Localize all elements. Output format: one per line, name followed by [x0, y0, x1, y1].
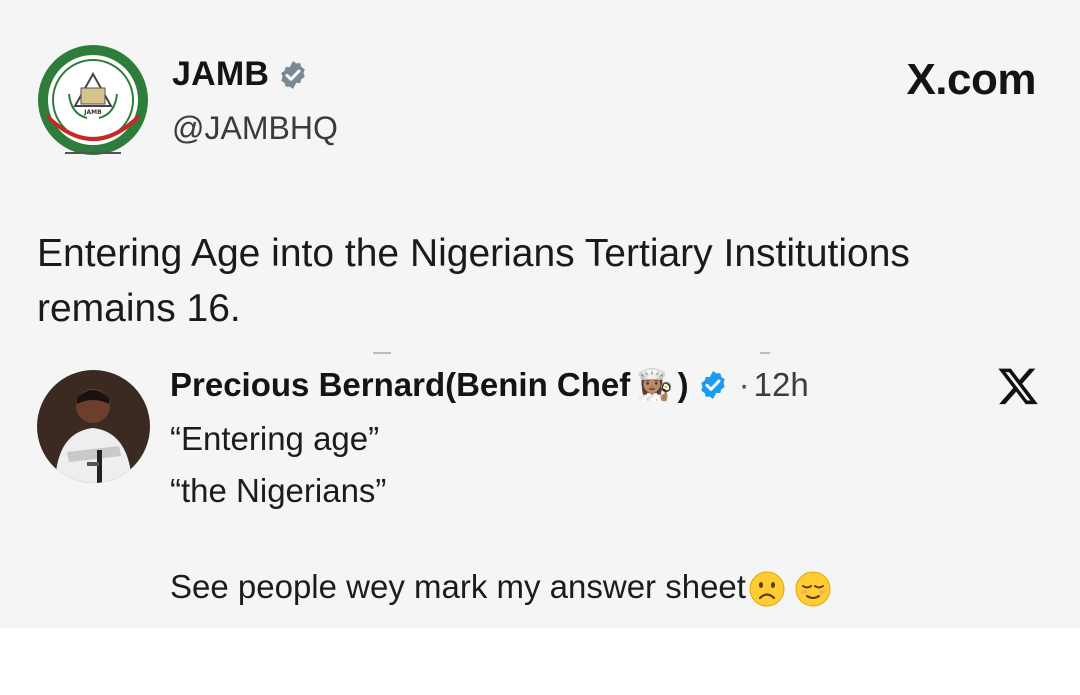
reply-line-2: “the Nigerians”	[170, 472, 387, 509]
author-row: JAMB	[172, 55, 309, 94]
relieved-face-emoji-icon	[795, 571, 831, 607]
svg-text:JAMB: JAMB	[83, 109, 102, 116]
separator-dot: ·	[738, 366, 750, 403]
x-logo-icon[interactable]	[996, 364, 1040, 408]
verified-badge-icon	[700, 371, 725, 399]
tweet-text: Entering Age into the Nigerians Tertiary…	[37, 232, 910, 330]
divider	[373, 352, 391, 354]
reply-author-name[interactable]: Precious Bernard(Benin Chef	[170, 366, 630, 404]
author-name[interactable]: JAMB	[172, 55, 269, 94]
reply-line-3-row: See people wey mark my answer sheet	[170, 568, 832, 608]
reply-avatar[interactable]	[37, 370, 150, 483]
reply-header: Precious Bernard(Benin Chef 👩🏽‍🍳 ) · 12h	[170, 366, 809, 404]
divider	[760, 352, 770, 354]
jamb-avatar[interactable]: JAMB	[37, 44, 149, 156]
bottom-area	[0, 628, 1080, 695]
jamb-logo-icon: JAMB	[38, 45, 148, 155]
frowning-face-emoji-icon	[749, 571, 785, 607]
tweet-card: JAMB JAMB @JAMBHQ X.com Entering Age int…	[0, 0, 1080, 628]
source-label: X.com	[906, 55, 1036, 104]
author-handle[interactable]: @JAMBHQ	[172, 110, 338, 147]
reply-line-3: See people wey mark my answer sheet	[170, 568, 746, 605]
reply-timestamp[interactable]: 12h	[754, 366, 809, 404]
reply-line-1: “Entering age”	[170, 420, 380, 457]
verified-badge-icon	[281, 60, 305, 89]
reply-author-name-end: )	[677, 366, 689, 403]
chef-emoji-icon: 👩🏽‍🍳	[636, 368, 674, 402]
avatar-photo	[37, 370, 150, 483]
